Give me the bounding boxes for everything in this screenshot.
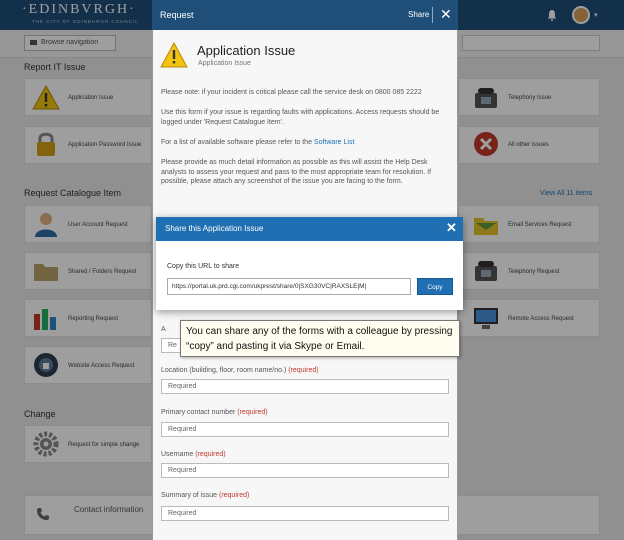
location-label: Location (building, floor, room name/no.… bbox=[161, 367, 319, 374]
software-list-note: For a list of available software please … bbox=[161, 138, 451, 148]
summary-label-text: Summary of issue bbox=[161, 492, 218, 499]
software-list-link[interactable]: Software List bbox=[314, 139, 354, 146]
warning-icon bbox=[160, 42, 188, 68]
copy-button[interactable]: Copy bbox=[417, 278, 453, 295]
tutorial-callout: You can share any of the forms with a co… bbox=[180, 320, 460, 357]
required-marker: (required) bbox=[237, 409, 268, 416]
location-field[interactable]: Required bbox=[161, 379, 449, 394]
share-modal-title: Share this Application Issue bbox=[165, 224, 264, 233]
location-label-text: Location (building, floor, room name/no.… bbox=[161, 367, 287, 374]
contact-number-label: Primary contact number (required) bbox=[161, 409, 268, 416]
usage-instructions: Use this form if your issue is regarding… bbox=[161, 109, 440, 126]
username-field[interactable]: Required bbox=[161, 463, 449, 478]
issue-title: Application Issue bbox=[197, 43, 296, 58]
username-label: Username (required) bbox=[161, 451, 226, 458]
critical-notice: Please note: if your incident is critica… bbox=[161, 89, 422, 96]
contact-number-label-text: Primary contact number bbox=[161, 409, 236, 416]
required-marker: (required) bbox=[218, 492, 250, 499]
share-url-label: Copy this URL to share bbox=[167, 263, 240, 270]
close-icon[interactable]: ✕ bbox=[446, 220, 457, 236]
header-divider bbox=[432, 7, 433, 23]
field-label-partial: A bbox=[161, 326, 166, 333]
share-url-field[interactable]: https://portal.uk.prd.cgi.com/ukprest/sh… bbox=[167, 278, 411, 295]
username-label-text: Username bbox=[161, 451, 194, 458]
summary-label: Summary of issue (required) bbox=[161, 492, 249, 499]
required-marker: (required) bbox=[288, 367, 319, 374]
panel-title: Request bbox=[160, 10, 194, 20]
software-list-text: For a list of available software please … bbox=[161, 139, 312, 146]
summary-field[interactable]: Required bbox=[161, 506, 449, 521]
detail-instructions: Please provide as much detail informatio… bbox=[161, 159, 432, 185]
required-marker: (required) bbox=[195, 451, 226, 458]
share-button[interactable]: Share bbox=[408, 10, 429, 19]
close-icon[interactable]: ✕ bbox=[440, 6, 452, 23]
issue-subtitle: Application Issue bbox=[198, 60, 251, 67]
contact-number-field[interactable]: Required bbox=[161, 422, 449, 437]
